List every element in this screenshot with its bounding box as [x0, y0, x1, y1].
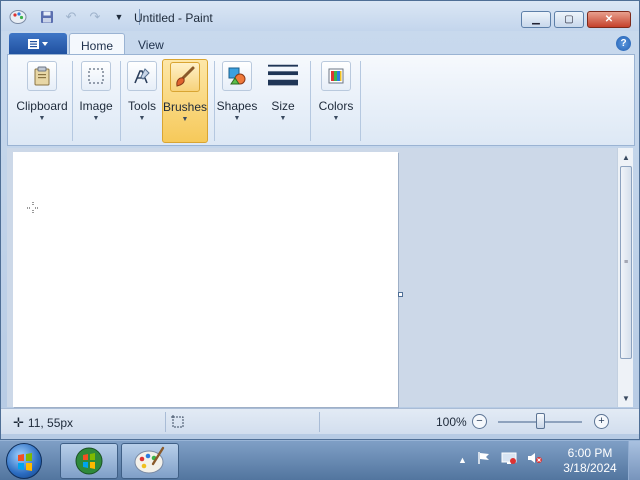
clipboard-label: Clipboard [16, 99, 68, 113]
tools-label: Tools [127, 99, 156, 113]
move-cursor-icon: ✛ [13, 415, 24, 430]
colors-group[interactable]: Colors ▼ [314, 59, 358, 143]
system-tray: ▲ [458, 451, 543, 468]
colors-label: Colors [318, 99, 354, 113]
crosshair-cursor-icon [27, 202, 39, 214]
customize-dropdown-icon[interactable]: ▼ [109, 8, 129, 26]
group-separator [214, 61, 215, 141]
clock-time: 6:00 PM [567, 446, 613, 460]
group-separator [360, 61, 361, 141]
select-icon [81, 61, 111, 91]
chevron-down-icon: ▼ [38, 115, 46, 122]
tab-home[interactable]: Home [69, 33, 126, 55]
cursor-position-value: 11, 55px [27, 416, 74, 430]
paint-menu-button[interactable] [9, 33, 67, 55]
status-bar: ✛ 11, 55px 100% − + [1, 408, 639, 434]
chevron-down-icon: ▼ [138, 115, 146, 122]
shapes-icon [222, 61, 252, 91]
canvas-workspace [7, 148, 617, 407]
status-divider [165, 412, 166, 432]
window-controls: ▁ ▢ ✕ [521, 11, 631, 28]
taskbar-paint-button[interactable] [121, 443, 179, 479]
tools-group[interactable]: Tools ▼ [121, 59, 163, 143]
canvas-resize-handle[interactable] [398, 292, 403, 297]
minimize-button[interactable]: ▁ [521, 11, 551, 28]
tools-icon [127, 61, 157, 91]
size-icon [268, 61, 298, 91]
chevron-down-icon: ▼ [92, 115, 100, 122]
size-group[interactable]: Size ▼ [262, 59, 304, 143]
status-divider [319, 412, 320, 432]
ribbon-home: Clipboard ▼ Image ▼ Tools ▼ Brushes ▼ Sh… [7, 54, 635, 146]
chevron-down-icon: ▼ [332, 115, 340, 122]
cursor-position: ✛ 11, 55px [13, 415, 73, 431]
selection-size-icon [171, 415, 184, 428]
quick-access-toolbar: ↶ ↷ ▼ [37, 8, 140, 26]
redo-icon[interactable]: ↷ [85, 8, 105, 26]
scroll-up-icon[interactable]: ▲ [620, 151, 632, 163]
show-hidden-icons-icon[interactable]: ▲ [458, 455, 467, 465]
taskbar: ▲ 6:00 PM 3/18/2024 [0, 440, 640, 480]
title-bar: ↶ ↷ ▼ Untitled - Paint ▁ ▢ ✕ [1, 1, 639, 31]
image-group[interactable]: Image ▼ [74, 59, 118, 143]
zoom-out-button[interactable]: − [472, 414, 487, 429]
chevron-down-icon: ▼ [181, 116, 189, 123]
scroll-down-icon[interactable]: ▼ [620, 392, 632, 404]
drawing-canvas[interactable] [13, 152, 398, 407]
windows-logo-icon [18, 453, 32, 471]
shapes-group[interactable]: Shapes ▼ [216, 59, 258, 143]
start-button[interactable] [6, 443, 42, 479]
show-desktop-button[interactable] [628, 441, 640, 480]
chevron-down-icon: ▼ [279, 115, 287, 122]
clock-date: 3/18/2024 [563, 461, 617, 475]
windows-logo-icon [75, 447, 103, 475]
chevron-down-icon: ▼ [233, 115, 241, 122]
paint-menu-icon [28, 39, 48, 49]
volume-muted-icon[interactable] [527, 451, 543, 468]
colors-icon [321, 61, 351, 91]
ribbon-tab-row: Home View ? [7, 33, 635, 55]
image-label: Image [79, 99, 113, 113]
zoom-slider-thumb[interactable] [536, 413, 545, 429]
zoom-level: 100% [436, 415, 467, 429]
help-icon[interactable]: ? [616, 36, 631, 51]
zoom-in-button[interactable]: + [594, 414, 609, 429]
vertical-scrollbar[interactable]: ▲ ≡ ▼ [617, 148, 633, 407]
undo-icon[interactable]: ↶ [61, 8, 81, 26]
selection-size [171, 415, 185, 429]
paint-window: ↶ ↷ ▼ Untitled - Paint ▁ ▢ ✕ Home View ? [0, 0, 640, 440]
clipboard-icon [27, 61, 57, 91]
group-separator [310, 61, 311, 141]
save-icon[interactable] [37, 8, 57, 26]
size-label: Size [271, 99, 295, 113]
scroll-thumb[interactable]: ≡ [620, 166, 632, 359]
maximize-button[interactable]: ▢ [554, 11, 584, 28]
paint-palette-icon [134, 446, 165, 474]
brush-icon [170, 62, 200, 92]
system-clock[interactable]: 6:00 PM 3/18/2024 [560, 446, 620, 476]
tab-view[interactable]: View [127, 33, 175, 55]
brushes-group[interactable]: Brushes ▼ [162, 59, 208, 143]
action-center-flag-icon[interactable] [477, 451, 491, 468]
shapes-label: Shapes [216, 99, 258, 113]
close-button[interactable]: ✕ [587, 11, 631, 28]
taskbar-windows-button[interactable] [60, 443, 118, 479]
paint-app-icon[interactable] [9, 9, 27, 25]
clipboard-group[interactable]: Clipboard ▼ [14, 59, 70, 143]
network-icon[interactable] [501, 451, 517, 468]
brushes-label: Brushes [162, 100, 208, 114]
window-title: Untitled - Paint [134, 11, 213, 25]
group-separator [72, 61, 73, 141]
